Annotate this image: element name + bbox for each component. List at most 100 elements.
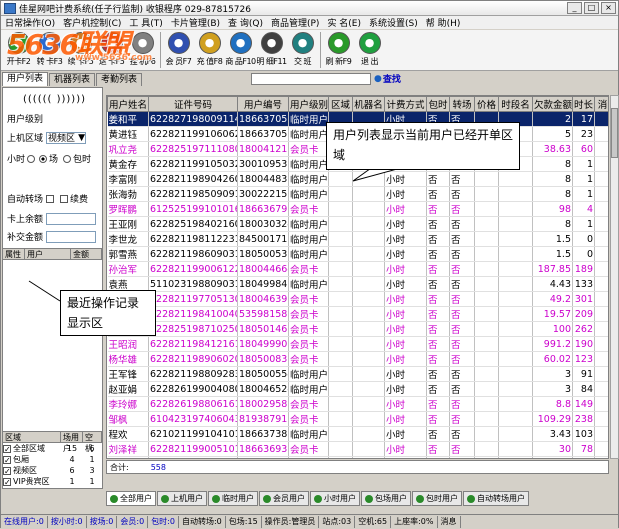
table-row[interactable]: 王嘉明62282119841004003453598158会员卡小时否否19.5… <box>107 306 608 322</box>
toolbar-button-0[interactable]: ● 开卡F2 <box>3 30 34 70</box>
bottom-tab-7[interactable]: 自动转场用户 <box>463 491 529 506</box>
maximize-button[interactable]: □ <box>584 2 599 14</box>
toolbar-button-7[interactable]: ● 商 品F10 <box>225 30 256 70</box>
table-row[interactable]: 王亚刚6228251984021606351800303244临时用户小时否否8… <box>107 216 608 232</box>
menu-daily[interactable]: 日常操作(O) <box>1 16 59 29</box>
table-row[interactable]: 袁燕5110231988090319631804998459临时用户小时否否4.… <box>107 276 608 292</box>
table-row[interactable]: 王昭润6228211984121616111804999086会员卡小时否否99… <box>107 336 608 352</box>
menu-client-control[interactable]: 客户机控制(C) <box>59 16 125 29</box>
table-row[interactable]: 王亚升6228211977051300321800463931会员卡小时否否49… <box>107 291 608 307</box>
bottom-tab-6[interactable]: 包时用户 <box>412 491 462 506</box>
zone-row[interactable]: ✓ 视频区 6 3 <box>3 465 102 476</box>
table-row[interactable]: 赵亚娟6228261990040806811800465245临时用户小时否否3… <box>107 381 608 397</box>
toolbar-button-1[interactable]: ● 转 卡F3 <box>34 30 65 70</box>
minimize-button[interactable]: _ <box>567 2 582 14</box>
zone-checkbox[interactable]: ✓ <box>3 466 11 475</box>
toolbar-button-10[interactable]: ● 刷 新F9 <box>323 30 354 70</box>
bottom-tab-2[interactable]: 临时用户 <box>208 491 258 506</box>
table-row[interactable]: 蒋小圆6228211992051412151866374467临时用户小时否否1… <box>107 456 608 458</box>
toolbar-button-11[interactable]: ● 退 出 <box>354 30 385 70</box>
table-row[interactable]: 杨华雄6228211989060201501805008371会员卡小时否否60… <box>107 351 608 367</box>
column-header[interactable]: 时长 <box>572 96 595 112</box>
table-cell: 8 <box>532 171 573 187</box>
toolbar-button-6[interactable]: ● 充 值F8 <box>194 30 225 70</box>
tab-user-list[interactable]: 用户列表 <box>2 72 49 86</box>
zone-row[interactable]: ✓ 包厢 4 1 <box>3 454 102 465</box>
table-cell: 511023198809031963 <box>148 276 238 292</box>
table-cell: 1805014678 <box>237 321 289 337</box>
table-cell: 8 <box>532 186 573 202</box>
menu-tools[interactable]: 工 具(T) <box>125 16 166 29</box>
mode-field-radio[interactable] <box>39 154 48 163</box>
table-cell: 1800448329 <box>237 171 289 187</box>
bottom-tab-1[interactable]: 上机用户 <box>157 491 207 506</box>
table-row[interactable]: 王军锋6228211988092831151805005549临时用户小时否否3… <box>107 366 608 382</box>
table-row[interactable]: 罗晖鹏6125251991010163371866367965会员卡小时否否98… <box>107 201 608 217</box>
recharge-icon: ● <box>198 32 221 54</box>
column-header[interactable]: 用户姓名 <box>107 96 149 112</box>
zone-row[interactable]: ✓ VIP贵宾区 1 1 <box>3 476 102 487</box>
menu-goods[interactable]: 商品管理(P) <box>267 16 323 29</box>
column-header[interactable]: 计费方式 <box>384 96 427 112</box>
column-header[interactable]: 包时 <box>426 96 450 112</box>
exit-icon: ● <box>358 32 381 54</box>
close-button[interactable]: × <box>601 2 616 14</box>
menu-realname[interactable]: 实 名(E) <box>323 16 365 29</box>
auto-transfer-checkbox[interactable] <box>46 194 55 203</box>
column-header[interactable]: 欠款金额 <box>532 96 573 112</box>
zone-checkbox[interactable]: ✓ <box>3 477 11 486</box>
card-balance-field[interactable] <box>46 212 97 225</box>
menu-settings[interactable]: 系统设置(S) <box>365 16 422 29</box>
tab-machine-list[interactable]: 机器列表 <box>49 73 96 86</box>
area-select[interactable]: 视频区 ▼ <box>46 131 87 144</box>
toolbar-button-2[interactable]: ● 续 卡F5 <box>65 30 96 70</box>
menu-card-management[interactable]: 卡片管理(B) <box>167 16 224 29</box>
topup-field[interactable] <box>46 230 97 243</box>
table-row[interactable]: 邹枫61042319740604305481938791会员卡小时否否109.2… <box>107 411 608 427</box>
mode-hour-radio[interactable] <box>27 154 36 163</box>
menu-help[interactable]: 帮 助(H) <box>422 16 465 29</box>
search-input[interactable] <box>251 72 371 85</box>
table-row[interactable]: 郭雪燕6228211986090314851805005357临时用户小时否否1… <box>107 246 608 262</box>
column-header[interactable]: 区域 <box>328 96 353 112</box>
toolbar-button-4[interactable]: ● 挂 机F6 <box>127 30 158 70</box>
column-header[interactable]: 用户编号 <box>237 96 289 112</box>
menu-query[interactable]: 查 询(Q) <box>224 16 267 29</box>
scrollbar-thumb[interactable] <box>611 108 618 158</box>
bottom-tab-0[interactable]: 全部用户 <box>106 491 156 506</box>
column-header[interactable]: 证件号码 <box>148 96 238 112</box>
table-row[interactable]: 张海勃622821198509091034300222159临时用户小时否否81 <box>107 186 608 202</box>
table-row[interactable]: 李玲娜6228261988061610241800295894会员卡小时否否8.… <box>107 396 608 412</box>
search-button[interactable]: 查找 <box>383 72 401 85</box>
column-header[interactable]: 机器名 <box>352 96 385 112</box>
table-cell <box>328 201 353 217</box>
table-row[interactable]: 李月光6228251987102509311805014678会员卡小时否否10… <box>107 321 608 337</box>
table-cell: 李世龙 <box>107 231 149 247</box>
zone-checkbox[interactable]: ✓ <box>3 455 11 464</box>
bottom-tab-5[interactable]: 包场用户 <box>361 491 411 506</box>
column-header[interactable]: 转场 <box>449 96 475 112</box>
bottom-tab-4[interactable]: 小时用户 <box>310 491 360 506</box>
table-row[interactable]: 李富刚6228211989042608111800448329临时用户小时否否8… <box>107 171 608 187</box>
mode-night-radio[interactable] <box>63 154 72 163</box>
toolbar-button-5[interactable]: ● 会 员F7 <box>163 30 194 70</box>
table-row[interactable]: 李世龙62282119811223121184500171临时用户小时否否1.5… <box>107 231 608 247</box>
zone-checkbox[interactable]: ✓ <box>3 444 11 453</box>
table-row[interactable]: 程欢6210211991041012281866373826临时用户小时否否3.… <box>107 426 608 442</box>
toolbar-button-3[interactable]: ● 退 卡F5 <box>96 30 127 70</box>
table-cell: 3.43 <box>532 426 573 442</box>
tab-attendance-list[interactable]: 考勤列表 <box>96 73 143 86</box>
table-cell: 0 <box>572 246 595 262</box>
column-header[interactable]: 时段名 <box>498 96 533 112</box>
zone-row[interactable]: ✓ 全部区域 15 6 <box>3 443 102 454</box>
renew-checkbox[interactable] <box>60 194 69 203</box>
column-header[interactable]: 价格 <box>474 96 499 112</box>
column-header[interactable]: 用户级别 <box>288 96 329 112</box>
bottom-tab-3[interactable]: 会员用户 <box>259 491 309 506</box>
table-row[interactable]: 刘泽祥6228211990051018111866369369会员卡小时否否30… <box>107 441 608 457</box>
table-row[interactable]: 孙治军6228211990061220401800446646会员卡小时否否18… <box>107 261 608 277</box>
toolbar-button-8[interactable]: ● 明 细F11 <box>256 30 287 70</box>
toolbar-button-9[interactable]: ● 交 班 <box>287 30 318 70</box>
column-header[interactable]: 消 <box>594 96 608 112</box>
table-scrollbar[interactable] <box>610 95 619 459</box>
